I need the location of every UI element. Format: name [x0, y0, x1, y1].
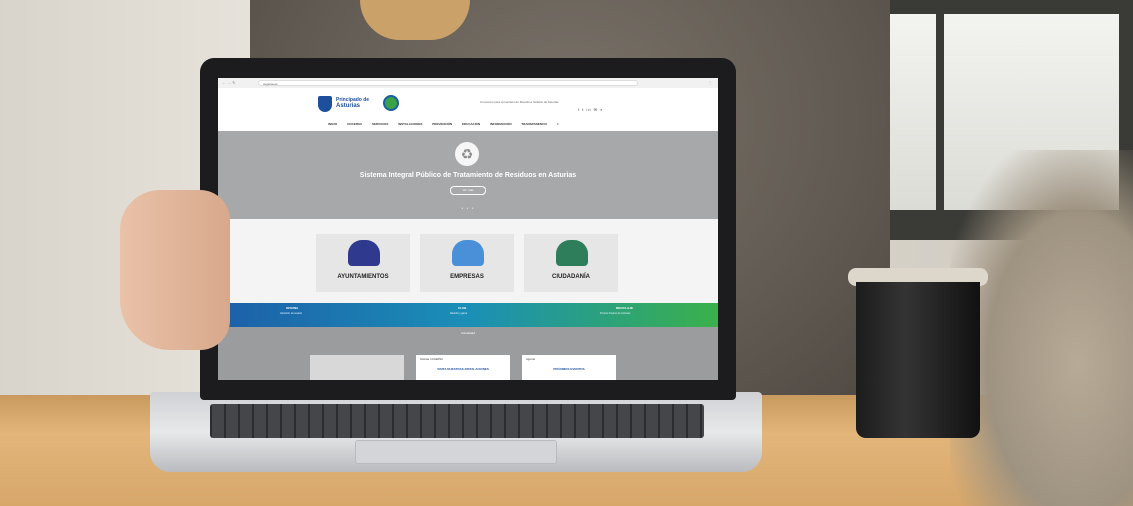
band-title[interactable]: RECICLAJE: [616, 306, 633, 310]
audience-cards: AYUNTAMIENTOS EMPRESAS CIUDADANÍA: [218, 219, 718, 303]
address-bar[interactable]: cogersa.es: [258, 80, 638, 86]
browser-menu-icon[interactable]: ⋮: [708, 80, 712, 85]
band-title[interactable]: OFICINA: [286, 306, 298, 310]
tile-link: PRÓXIMOS EVENTOS: [553, 367, 585, 371]
card-label: CIUDADANÍA: [552, 274, 590, 280]
site-header: Principado de Asturias Consorcio para la…: [218, 88, 718, 124]
people-icon: [556, 240, 588, 266]
laptop-trackpad: [355, 440, 557, 464]
social-icons[interactable]: f t in ✉ ⌕: [578, 107, 603, 112]
band-sub: Puntos limpios de Asturias: [600, 312, 631, 315]
nav-item[interactable]: COGERSA: [347, 122, 362, 126]
news-section: Actualidad Noticias COGERSA VISITA NUEST…: [218, 327, 718, 380]
hand-holding-laptop: [120, 190, 230, 350]
cogersa-logo: [383, 95, 399, 111]
recycle-icon: ♻: [455, 142, 479, 166]
card-empresas[interactable]: EMPRESAS: [420, 234, 514, 292]
asturias-shield-logo: [318, 96, 332, 112]
card-label: AYUNTAMIENTOS: [337, 274, 389, 280]
tile-caption: Agenda: [526, 358, 535, 361]
nav-menu-icon[interactable]: ≡: [557, 122, 559, 126]
nav-item[interactable]: PREVENCIÓN: [432, 122, 452, 126]
nav-item[interactable]: INFORMACIÓN: [490, 122, 512, 126]
nav-item[interactable]: INSTALACIONES: [398, 122, 422, 126]
nav-item[interactable]: TRANSPARENCIA: [521, 122, 547, 126]
carousel-dots[interactable]: • • •: [218, 206, 718, 212]
tile-caption: Noticias COGERSA: [420, 358, 443, 361]
building-icon: [452, 240, 484, 266]
nav-item[interactable]: SERVICIOS: [372, 122, 388, 126]
tile-link: VISITA NUESTRAS INSTALACIONES: [437, 367, 489, 371]
news-tile[interactable]: Agenda PRÓXIMOS EVENTOS: [522, 355, 616, 380]
browser-controls[interactable]: ← → ↻: [222, 80, 236, 85]
card-label: EMPRESAS: [450, 274, 484, 280]
hero-button[interactable]: Ver más: [450, 186, 486, 195]
card-ayuntamientos[interactable]: AYUNTAMIENTOS: [316, 234, 410, 292]
news-title: Actualidad: [460, 331, 475, 335]
band-sub: Recicla y gana: [450, 312, 468, 315]
photo-scene: ← → ↻ cogersa.es ⋮ Principado de Asturia…: [0, 0, 1133, 506]
nav-item[interactable]: INICIO: [328, 122, 337, 126]
news-tile-image[interactable]: [310, 355, 404, 380]
header-info-text: Consorcio para la Gestión de Residuos Só…: [480, 100, 559, 104]
card-ciudadania[interactable]: CIUDADANÍA: [524, 234, 618, 292]
hero-title: Sistema Integral Público de Tratamiento …: [359, 172, 577, 179]
band-title[interactable]: CLUB: [458, 306, 466, 310]
laptop-keyboard: [210, 404, 704, 438]
hero-banner: ♻ Sistema Integral Público de Tratamient…: [218, 131, 718, 219]
town-hall-icon: [348, 240, 380, 266]
band-sub: Atención al usuario: [280, 312, 303, 315]
news-tile[interactable]: Noticias COGERSA VISITA NUESTRAS INSTALA…: [416, 355, 510, 380]
laptop-screen: ← → ↻ cogersa.es ⋮ Principado de Asturia…: [218, 78, 718, 380]
asturias-logo-text: Principado de Asturias: [336, 97, 370, 109]
info-band: OFICINA Atención al usuario CLUB Recicla…: [218, 303, 718, 327]
nav-item[interactable]: EDUCACIÓN: [462, 122, 480, 126]
coffee-cup: [848, 268, 988, 438]
main-nav: INICIO COGERSA SERVICIOS INSTALACIONES P…: [328, 122, 718, 129]
